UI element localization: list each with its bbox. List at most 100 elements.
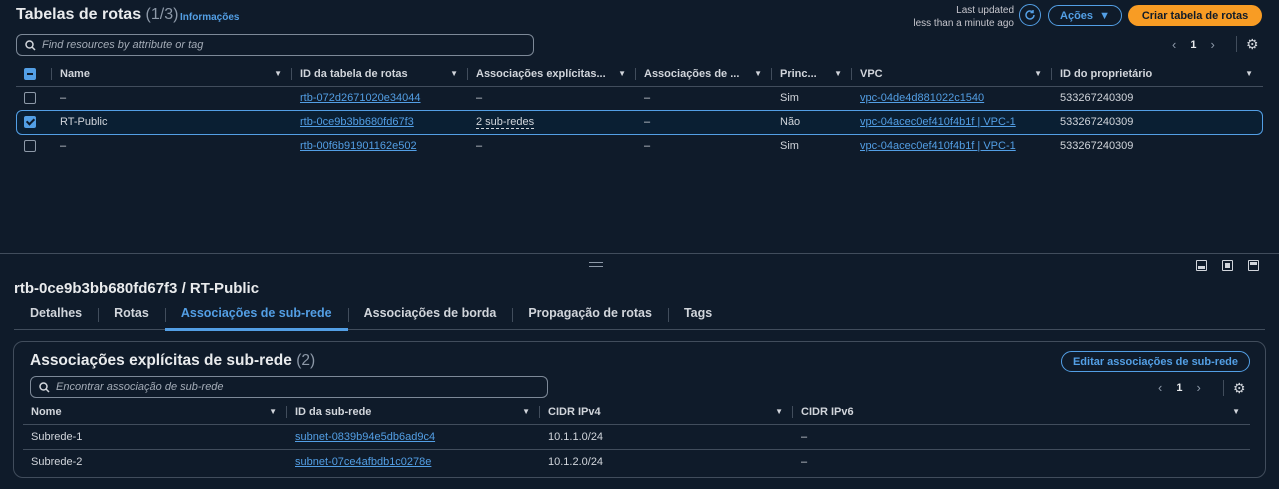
- last-updated-label: Last updated: [956, 5, 1014, 16]
- table-row[interactable]: Subrede-1 subnet-0839b94e5db6ad9c4 10.1.…: [23, 424, 1250, 450]
- info-link[interactable]: Informações: [180, 12, 239, 23]
- tab-subnet-associations[interactable]: Associações de sub-rede: [164, 302, 348, 331]
- route-table-id-link[interactable]: rtb-072d2671020e34044: [300, 92, 421, 104]
- table-header-row: Name ▼ ID da tabela de rotas ▼ Associações…: [16, 62, 1263, 87]
- table-row[interactable]: Subrede-2 subnet-07ce4afbdb1c0278e 10.1.…: [23, 449, 1250, 474]
- page-title-text: Tabelas de rotas: [16, 6, 142, 23]
- actions-label: Ações: [1060, 9, 1094, 22]
- settings-gear-icon[interactable]: ⚙: [1233, 380, 1246, 397]
- cell-explicit-assoc: –: [476, 92, 483, 105]
- search-icon: [39, 381, 50, 393]
- sort-caret-icon: ▼: [522, 407, 530, 416]
- cell-main: Não: [780, 116, 801, 128]
- refresh-button[interactable]: [1019, 4, 1041, 26]
- cell-name: RT-Public: [60, 116, 108, 128]
- column-label: Name: [60, 67, 90, 80]
- cell-ipv6: –: [801, 455, 808, 468]
- tab-routes[interactable]: Rotas: [98, 302, 165, 330]
- table-row[interactable]: – rtb-00f6b91901162e502 – – Sim vpc-04ac…: [16, 134, 1263, 158]
- subnet-id-link[interactable]: subnet-0839b94e5db6ad9c4: [295, 431, 435, 443]
- table-row[interactable]: – rtb-072d2671020e34044 – – Sim vpc-04de…: [16, 86, 1263, 110]
- detail-tabs: Detalhes Rotas Associações de sub-rede A…: [14, 302, 1265, 331]
- tab-tags[interactable]: Tags: [667, 302, 728, 330]
- layout-bottom-icon[interactable]: [1196, 260, 1207, 271]
- column-header-name[interactable]: Nome ▼: [23, 400, 287, 425]
- column-header-ipv4[interactable]: CIDR IPv4 ▼: [540, 400, 793, 425]
- vpc-link[interactable]: vpc-04de4d881022c1540: [860, 92, 984, 104]
- page-number[interactable]: 1: [1176, 382, 1182, 394]
- cell-ipv6: –: [793, 424, 1250, 450]
- search-input[interactable]: Find resources by attribute or tag: [16, 34, 534, 56]
- column-header-main[interactable]: Princ... ▼: [772, 62, 852, 87]
- table-header-row: Nome ▼ ID da sub-rede ▼ CIDR IPv4 ▼ CIDR IP…: [23, 400, 1250, 425]
- edit-subnet-associations-button[interactable]: Editar associações de sub-rede: [1061, 351, 1250, 372]
- page-number[interactable]: 1: [1190, 39, 1196, 51]
- cell-edge-assoc: –: [644, 92, 651, 105]
- cell-main: Sim: [780, 140, 799, 152]
- caret-down-icon: ▼: [1099, 9, 1110, 22]
- create-route-table-button[interactable]: Criar tabela de rotas: [1128, 5, 1262, 26]
- column-label: VPC: [860, 67, 883, 80]
- divider: [1223, 380, 1224, 396]
- column-label: CIDR IPv6: [801, 405, 854, 418]
- sort-caret-icon: ▼: [269, 407, 277, 416]
- sort-caret-icon: ▼: [834, 69, 842, 78]
- vpc-link[interactable]: vpc-04acec0ef410f4b1f | VPC-1: [860, 116, 1016, 128]
- cell-name: –: [60, 140, 67, 152]
- pagination: ‹ 1 ›: [1172, 37, 1215, 52]
- sort-caret-icon: ▼: [1034, 69, 1042, 78]
- route-table-id-link[interactable]: rtb-00f6b91901162e502: [300, 140, 417, 152]
- section-title-text: Associações explícitas de sub-rede: [30, 352, 292, 369]
- column-label: ID do proprietário: [1060, 67, 1153, 80]
- sort-caret-icon: ▼: [775, 407, 783, 416]
- layout-side-icon[interactable]: [1222, 260, 1233, 271]
- column-header-ipv6[interactable]: CIDR IPv6 ▼: [793, 400, 1250, 425]
- explicit-assoc-popover[interactable]: 2 sub-redes: [476, 116, 535, 129]
- prev-page-icon[interactable]: ‹: [1172, 37, 1176, 52]
- select-all-checkbox[interactable]: [24, 67, 36, 80]
- detail-title: rtb-0ce9b3bb680fd67f3 / RT-Public: [14, 280, 260, 297]
- column-header-vpc[interactable]: VPC ▼: [852, 62, 1052, 87]
- table-row[interactable]: RT-Public rtb-0ce9b3bb680fd67f3 2 sub-re…: [16, 110, 1263, 134]
- vpc-link[interactable]: vpc-04acec0ef410f4b1f | VPC-1: [860, 140, 1016, 152]
- subnet-id-link[interactable]: subnet-07ce4afbdb1c0278e: [295, 456, 431, 468]
- column-label: Associações de ...: [644, 67, 740, 80]
- row-checkbox[interactable]: [24, 116, 36, 129]
- drag-handle-icon[interactable]: [589, 262, 603, 267]
- column-header-name[interactable]: Name ▼: [52, 62, 292, 87]
- cell-ipv4: 10.1.2.0/24: [548, 455, 604, 468]
- tab-details[interactable]: Detalhes: [14, 302, 98, 330]
- sort-caret-icon: ▼: [1245, 69, 1253, 78]
- cell-name: Subrede-2: [31, 455, 83, 468]
- subnet-count: (2): [296, 352, 316, 369]
- route-tables-table: Name ▼ ID da tabela de rotas ▼ Associações…: [16, 62, 1263, 158]
- column-header-explicit-assoc[interactable]: Associações explícitas... ▼: [468, 62, 636, 87]
- cell-explicit-assoc: –: [476, 140, 483, 152]
- last-updated: Last updated less than a minute ago: [913, 4, 1014, 30]
- actions-button[interactable]: Ações ▼: [1048, 5, 1122, 26]
- cell-ipv4: 10.1.1.0/24: [540, 424, 793, 450]
- prev-page-icon[interactable]: ‹: [1158, 380, 1162, 395]
- route-table-id-link[interactable]: rtb-0ce9b3bb680fd67f3: [300, 116, 414, 128]
- split-panel-divider: [0, 253, 1279, 254]
- column-header-owner-id[interactable]: ID do proprietário ▼: [1052, 62, 1263, 87]
- column-header-route-table-id[interactable]: ID da tabela de rotas ▼: [292, 62, 468, 87]
- next-page-icon[interactable]: ›: [1196, 380, 1200, 395]
- column-label: ID da sub-rede: [295, 405, 372, 418]
- column-label: ID da tabela de rotas: [300, 67, 408, 80]
- tab-route-propagation[interactable]: Propagação de rotas: [512, 302, 668, 330]
- row-checkbox[interactable]: [24, 140, 36, 153]
- column-label: Nome: [31, 405, 62, 418]
- sort-caret-icon: ▼: [1232, 407, 1240, 416]
- cell-owner-id: 533267240309: [1060, 92, 1134, 105]
- next-page-icon[interactable]: ›: [1210, 37, 1214, 52]
- row-checkbox[interactable]: [24, 92, 36, 105]
- column-header-edge-assoc[interactable]: Associações de ... ▼: [636, 62, 772, 87]
- settings-gear-icon[interactable]: ⚙: [1246, 36, 1259, 53]
- tab-edge-associations[interactable]: Associações de borda: [347, 302, 513, 330]
- sort-caret-icon: ▼: [274, 69, 282, 78]
- layout-close-icon[interactable]: [1248, 260, 1259, 271]
- subnet-search-input[interactable]: Encontrar associação de sub-rede: [30, 376, 548, 398]
- search-placeholder: Encontrar associação de sub-rede: [56, 381, 224, 393]
- column-header-subnet-id[interactable]: ID da sub-rede ▼: [287, 400, 540, 425]
